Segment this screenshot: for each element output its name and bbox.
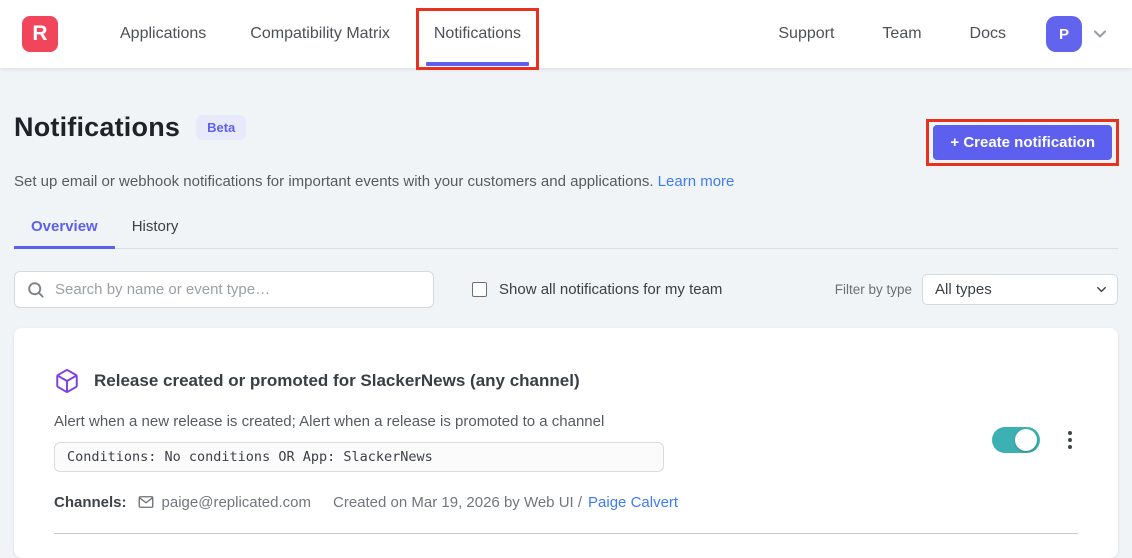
- card-divider: [54, 533, 1078, 534]
- tab-overview[interactable]: Overview: [14, 210, 115, 248]
- create-notification-button[interactable]: + Create notification: [933, 125, 1112, 160]
- page-description: Set up email or webhook notifications fo…: [14, 173, 1118, 190]
- nav-item-team[interactable]: Team: [858, 0, 945, 68]
- nav-item-label: Compatibility Matrix: [250, 25, 390, 43]
- nav-item-compatibility-matrix[interactable]: Compatibility Matrix: [228, 0, 412, 68]
- secondary-nav: Support Team Docs P: [754, 0, 1110, 68]
- email-icon: [137, 493, 155, 511]
- notification-card: Release created or promoted for SlackerN…: [14, 328, 1118, 558]
- user-avatar[interactable]: P: [1046, 16, 1082, 52]
- search-input[interactable]: [14, 271, 434, 308]
- toggle-knob: [1015, 429, 1037, 451]
- nav-item-label: Docs: [970, 25, 1006, 43]
- notification-description: Alert when a new release is created; Ale…: [54, 413, 968, 430]
- active-tab-underline: [426, 62, 529, 66]
- top-nav-bar: R Applications Compatibility Matrix Noti…: [0, 0, 1132, 68]
- channels-label: Channels:: [54, 494, 127, 511]
- show-all-checkbox-row[interactable]: Show all notifications for my team: [472, 281, 722, 298]
- channel-email: paige@replicated.com: [162, 494, 311, 511]
- chevron-down-icon[interactable]: [1090, 24, 1110, 44]
- notification-toggle[interactable]: [992, 427, 1040, 453]
- notification-title: Release created or promoted for SlackerN…: [94, 371, 580, 391]
- show-all-checkbox-label: Show all notifications for my team: [499, 281, 722, 298]
- filter-controls-row: Show all notifications for my team Filte…: [14, 271, 1118, 308]
- primary-nav: Applications Compatibility Matrix Notifi…: [98, 0, 543, 68]
- filter-by-type-label: Filter by type: [835, 282, 912, 297]
- search-icon: [26, 280, 45, 304]
- learn-more-link[interactable]: Learn more: [658, 173, 735, 190]
- notification-meta-row: Channels: paige@replicated.com Created o…: [54, 493, 968, 511]
- created-by-link[interactable]: Paige Calvert: [588, 494, 678, 511]
- tab-bar: Overview History: [14, 210, 1118, 249]
- nav-item-label: Applications: [120, 25, 206, 43]
- tab-history[interactable]: History: [115, 210, 196, 248]
- type-filter-select[interactable]: All types: [922, 274, 1118, 305]
- page-header: Notifications Beta + Create notification: [14, 112, 1118, 160]
- kebab-menu-icon[interactable]: [1062, 427, 1078, 453]
- conditions-box: Conditions: No conditions OR App: Slacke…: [54, 442, 664, 472]
- replicated-logo[interactable]: R: [22, 16, 58, 52]
- nav-item-label: Notifications: [434, 25, 521, 43]
- nav-item-applications[interactable]: Applications: [98, 0, 228, 68]
- nav-item-notifications[interactable]: Notifications: [412, 0, 543, 68]
- show-all-checkbox[interactable]: [472, 282, 487, 297]
- created-text: Created on Mar 19, 2026 by Web UI /: [333, 494, 582, 511]
- nav-item-label: Support: [778, 25, 834, 43]
- page-title: Notifications: [14, 112, 180, 143]
- nav-item-label: Team: [882, 25, 921, 43]
- nav-item-support[interactable]: Support: [754, 0, 858, 68]
- package-icon: [54, 368, 80, 394]
- beta-badge: Beta: [196, 115, 246, 140]
- nav-item-docs[interactable]: Docs: [946, 0, 1030, 68]
- main-content: Notifications Beta + Create notification…: [0, 68, 1132, 558]
